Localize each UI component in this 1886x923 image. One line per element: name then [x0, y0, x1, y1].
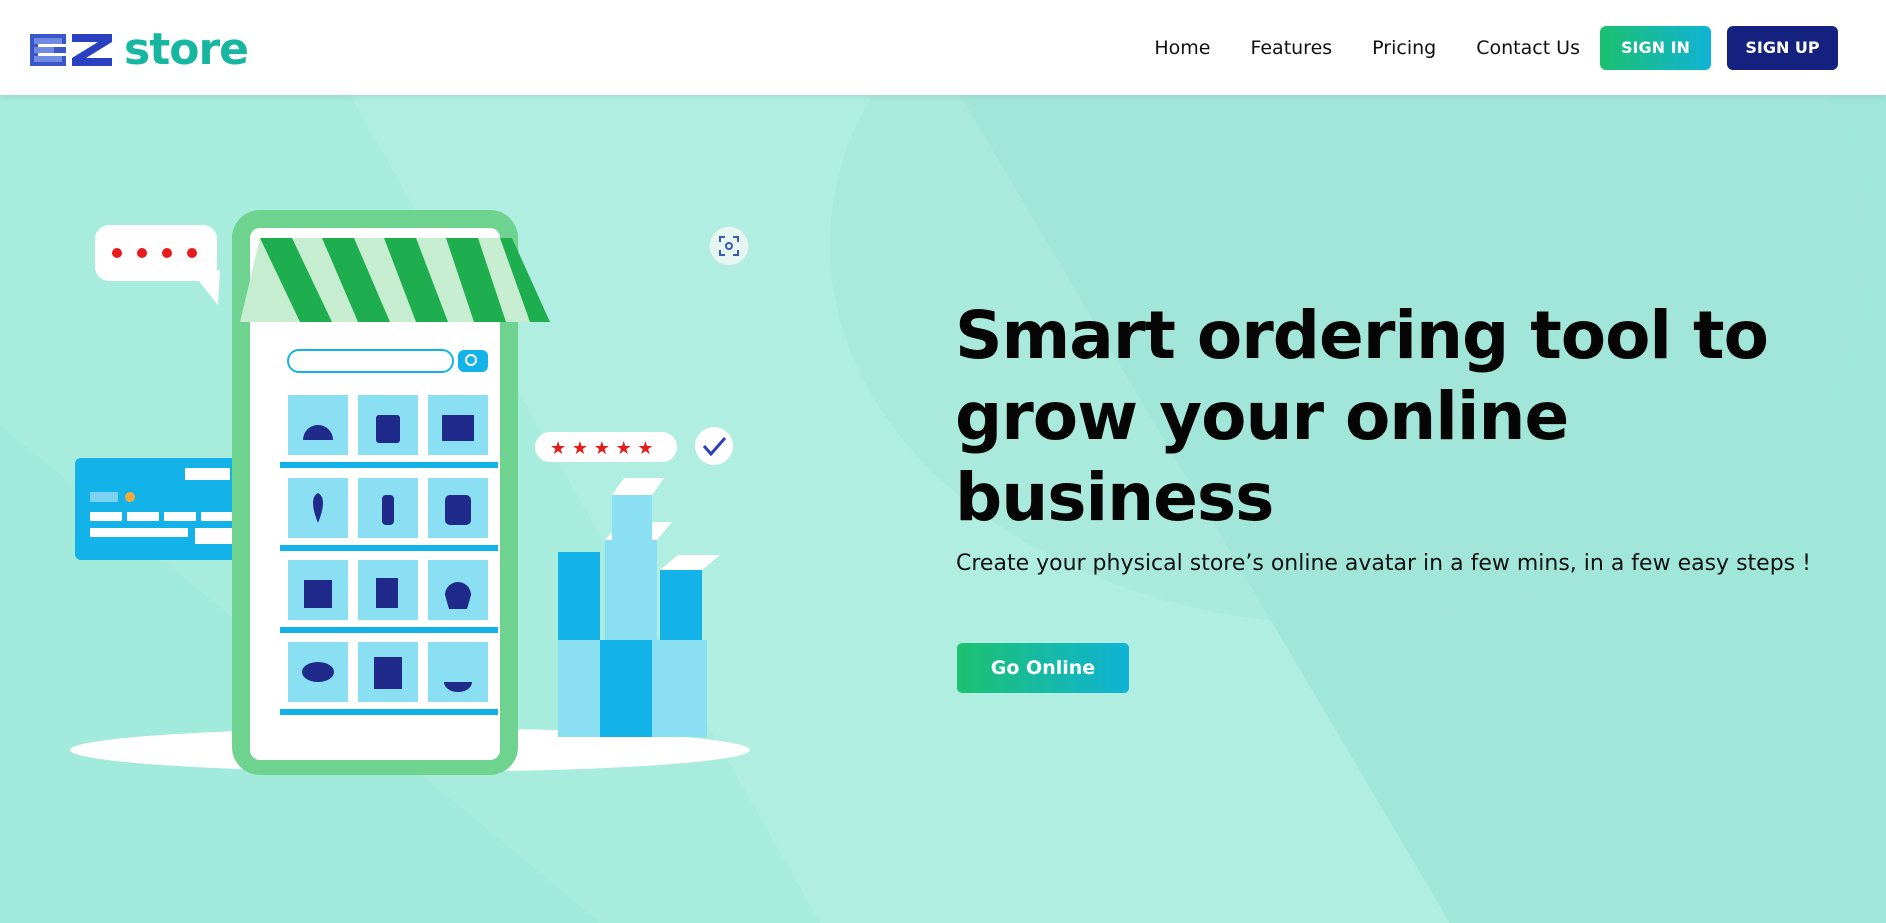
- hero-section: ★ ★ ★ ★ ★ Smart ordering tool to grow yo…: [0, 95, 1886, 923]
- hero-subtitle: Create your physical store’s online avat…: [956, 551, 1811, 576]
- shopping-bag-icon: [304, 580, 332, 608]
- nav-features[interactable]: Features: [1250, 37, 1332, 59]
- scan-icon-glyph: [719, 236, 739, 256]
- shipping-boxes-icon: [558, 478, 720, 737]
- logo[interactable]: store: [30, 24, 249, 75]
- chat-bubble-icon: [95, 225, 220, 305]
- hero-headline: Smart ordering tool to grow your online …: [955, 297, 1769, 536]
- checkmark-icon: [695, 427, 733, 465]
- cupcake-icon: [445, 582, 471, 609]
- sign-up-button[interactable]: SIGN UP: [1727, 25, 1838, 70]
- medicine-jar-icon: [445, 495, 471, 525]
- main-nav: Home Features Pricing Contact Us SIGN IN…: [1154, 25, 1838, 70]
- brush-cup-icon: [376, 415, 400, 443]
- rating-stars: ★ ★ ★ ★ ★: [535, 432, 677, 462]
- store-shelf-icon: [442, 415, 474, 441]
- sign-in-button[interactable]: SIGN IN: [1600, 25, 1711, 70]
- nav-contact-us[interactable]: Contact Us: [1476, 37, 1580, 59]
- nav-pricing[interactable]: Pricing: [1372, 37, 1436, 59]
- nav-home[interactable]: Home: [1154, 37, 1210, 59]
- wine-bottle-icon: [382, 495, 394, 525]
- site-header: store Home Features Pricing Contact Us S…: [0, 0, 1886, 95]
- receipt-icon: [376, 578, 398, 608]
- logo-text: store: [124, 24, 249, 75]
- phone-icon: [232, 210, 550, 775]
- candy-icon: [302, 662, 334, 682]
- svg-text:★ ★ ★ ★ ★: ★ ★ ★ ★ ★: [550, 438, 654, 459]
- go-online-button[interactable]: Go Online: [957, 643, 1129, 693]
- qr-code-icon: [374, 657, 402, 689]
- store-illustration: ★ ★ ★ ★ ★: [70, 210, 750, 775]
- scan-icon[interactable]: [709, 226, 749, 266]
- ez-logo-mark: [30, 34, 112, 66]
